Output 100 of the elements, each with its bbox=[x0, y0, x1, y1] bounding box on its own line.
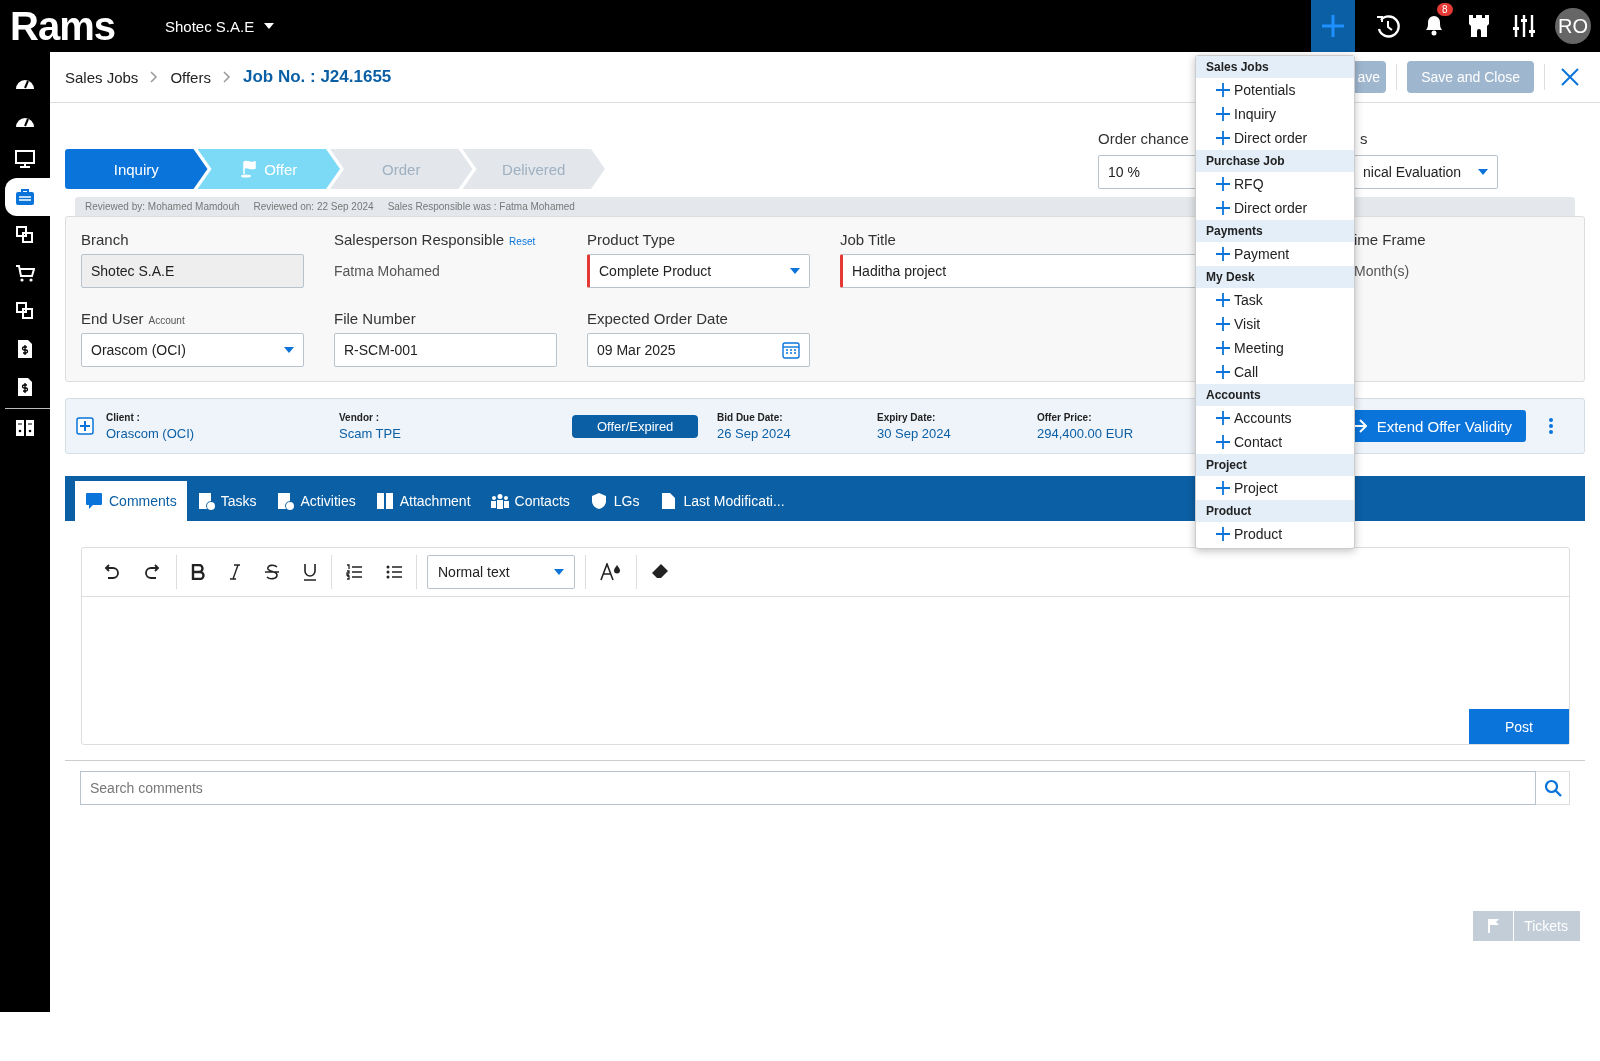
review-text: Reviewed on: 22 Sep 2024 bbox=[253, 201, 374, 212]
history-icon[interactable] bbox=[1375, 13, 1401, 39]
tab[interactable]: LGs bbox=[579, 481, 650, 521]
plus-icon bbox=[1216, 83, 1230, 97]
tab[interactable]: Comments bbox=[75, 481, 187, 521]
numbered-list-icon[interactable] bbox=[346, 564, 362, 580]
italic-icon[interactable] bbox=[229, 564, 241, 580]
people-icon bbox=[490, 492, 509, 510]
dropdown-field[interactable]: Complete Product bbox=[587, 254, 810, 288]
menu-item[interactable]: Task bbox=[1196, 288, 1354, 312]
text-color-icon[interactable] bbox=[600, 563, 622, 581]
eraser-icon[interactable] bbox=[651, 563, 669, 581]
bold-icon[interactable] bbox=[191, 564, 205, 580]
company-selector[interactable]: Shotec S.A.E bbox=[165, 17, 275, 35]
caret-icon bbox=[284, 347, 294, 353]
date-field[interactable]: 09 Mar 2025 bbox=[587, 333, 810, 367]
menu-item[interactable]: Meeting bbox=[1196, 336, 1354, 360]
underline-icon[interactable] bbox=[303, 563, 317, 581]
plus-icon bbox=[1216, 177, 1230, 191]
breadcrumb-link[interactable]: Offers bbox=[170, 68, 211, 86]
calendar-icon[interactable] bbox=[782, 341, 800, 359]
stage-step[interactable]: Inquiry bbox=[65, 149, 208, 189]
tab[interactable]: Activities bbox=[266, 481, 366, 521]
bullet-list-icon[interactable] bbox=[386, 564, 402, 580]
field-value: Month(s) bbox=[1354, 262, 1411, 281]
summary-label: Offer Price: bbox=[1037, 411, 1093, 423]
field-label: End User bbox=[81, 310, 144, 327]
field-label: Expected Order Date bbox=[587, 310, 728, 327]
branch-field: Shotec S.A.E bbox=[81, 254, 304, 288]
plus-icon bbox=[1216, 317, 1230, 331]
redo-icon[interactable] bbox=[144, 563, 162, 581]
menu-section-header: Sales Jobs bbox=[1196, 56, 1354, 78]
status-badge: Offer/Expired bbox=[572, 414, 699, 438]
summary-label: Bid Due Date: bbox=[717, 411, 784, 423]
menu-section-header: Purchase Job bbox=[1196, 150, 1354, 172]
reset-link[interactable]: Reset bbox=[509, 236, 536, 247]
close-icon[interactable] bbox=[1561, 68, 1579, 86]
plus-icon bbox=[1216, 365, 1230, 379]
tab[interactable]: Tasks bbox=[186, 481, 267, 521]
text-style-dropdown[interactable]: Normal text bbox=[427, 555, 575, 589]
chevron-icon bbox=[150, 71, 159, 83]
expand-icon[interactable] bbox=[76, 417, 94, 435]
summary-value: Scam TPE bbox=[339, 425, 402, 441]
field-value: Fatma Mohamed bbox=[334, 262, 441, 281]
strikethrough-icon[interactable] bbox=[265, 564, 279, 580]
summary-value: 26 Sep 2024 bbox=[717, 425, 792, 441]
menu-item[interactable]: Inquiry bbox=[1196, 102, 1354, 126]
text-field[interactable]: R-SCM-001 bbox=[334, 333, 557, 367]
plus-icon bbox=[1216, 131, 1230, 145]
caret-icon bbox=[1478, 169, 1488, 175]
plus-icon bbox=[1216, 107, 1230, 121]
plus-icon bbox=[1216, 435, 1230, 449]
menu-item[interactable]: Call bbox=[1196, 360, 1354, 384]
breadcrumb-link[interactable]: Sales Jobs bbox=[65, 68, 139, 86]
menu-section-header: My Desk bbox=[1196, 266, 1354, 288]
menu-section-header: Project bbox=[1196, 454, 1354, 476]
plus-icon bbox=[1216, 481, 1230, 495]
briefcase-icon[interactable] bbox=[5, 178, 50, 216]
notification-badge: 8 bbox=[1437, 3, 1453, 16]
flag-icon bbox=[240, 160, 259, 178]
more-icon[interactable] bbox=[1548, 417, 1554, 435]
summary-label: Expiry Date: bbox=[877, 411, 937, 423]
menu-item[interactable]: Direct order bbox=[1196, 196, 1354, 220]
plus-icon bbox=[1216, 201, 1230, 215]
search-button[interactable] bbox=[1536, 771, 1570, 805]
shield-icon bbox=[589, 492, 608, 510]
document-icon bbox=[659, 492, 678, 510]
tab[interactable]: Attachment bbox=[365, 481, 481, 521]
menu-item[interactable]: Direct order bbox=[1196, 126, 1354, 150]
sliders-icon[interactable] bbox=[1511, 13, 1537, 39]
summary-label: Vendor : bbox=[339, 411, 380, 423]
menu-section-header: Accounts bbox=[1196, 384, 1354, 406]
dropdown-field[interactable]: Orascom (OCI) bbox=[81, 333, 304, 367]
search-icon bbox=[1543, 779, 1562, 797]
plus-icon bbox=[1216, 411, 1230, 425]
menu-item[interactable]: Project bbox=[1196, 476, 1354, 500]
checklist-icon bbox=[276, 492, 295, 510]
menu-section-header: Payments bbox=[1196, 220, 1354, 242]
tab[interactable]: Last Modificati... bbox=[649, 481, 795, 521]
tab[interactable]: Contacts bbox=[480, 481, 580, 521]
chevron-icon bbox=[222, 71, 231, 83]
field-label: File Number bbox=[334, 310, 416, 327]
summary-value: 30 Sep 2024 bbox=[877, 425, 952, 441]
menu-section-header: Product bbox=[1196, 500, 1354, 522]
user-avatar[interactable]: RO bbox=[1555, 8, 1591, 44]
field-label: Branch bbox=[81, 231, 129, 248]
castle-icon[interactable] bbox=[1467, 13, 1491, 39]
summary-label: Client : bbox=[106, 411, 141, 423]
review-text: Reviewed by: Mohamed Mamdouh bbox=[85, 201, 240, 212]
summary-value: 294,400.00 EUR bbox=[1037, 425, 1135, 441]
job-number: Job No. : J24.1655 bbox=[242, 67, 392, 87]
menu-item[interactable]: Visit bbox=[1196, 312, 1354, 336]
undo-icon[interactable] bbox=[102, 563, 120, 581]
logo[interactable]: Rams bbox=[10, 3, 140, 49]
post-button[interactable]: Post bbox=[1469, 709, 1569, 744]
search-field[interactable]: Search comments bbox=[80, 771, 1536, 805]
field-label: Product Type bbox=[587, 231, 676, 248]
plus-icon bbox=[1216, 293, 1230, 307]
menu-item[interactable]: Product bbox=[1196, 522, 1354, 546]
field-sublabel: Account bbox=[148, 315, 185, 326]
